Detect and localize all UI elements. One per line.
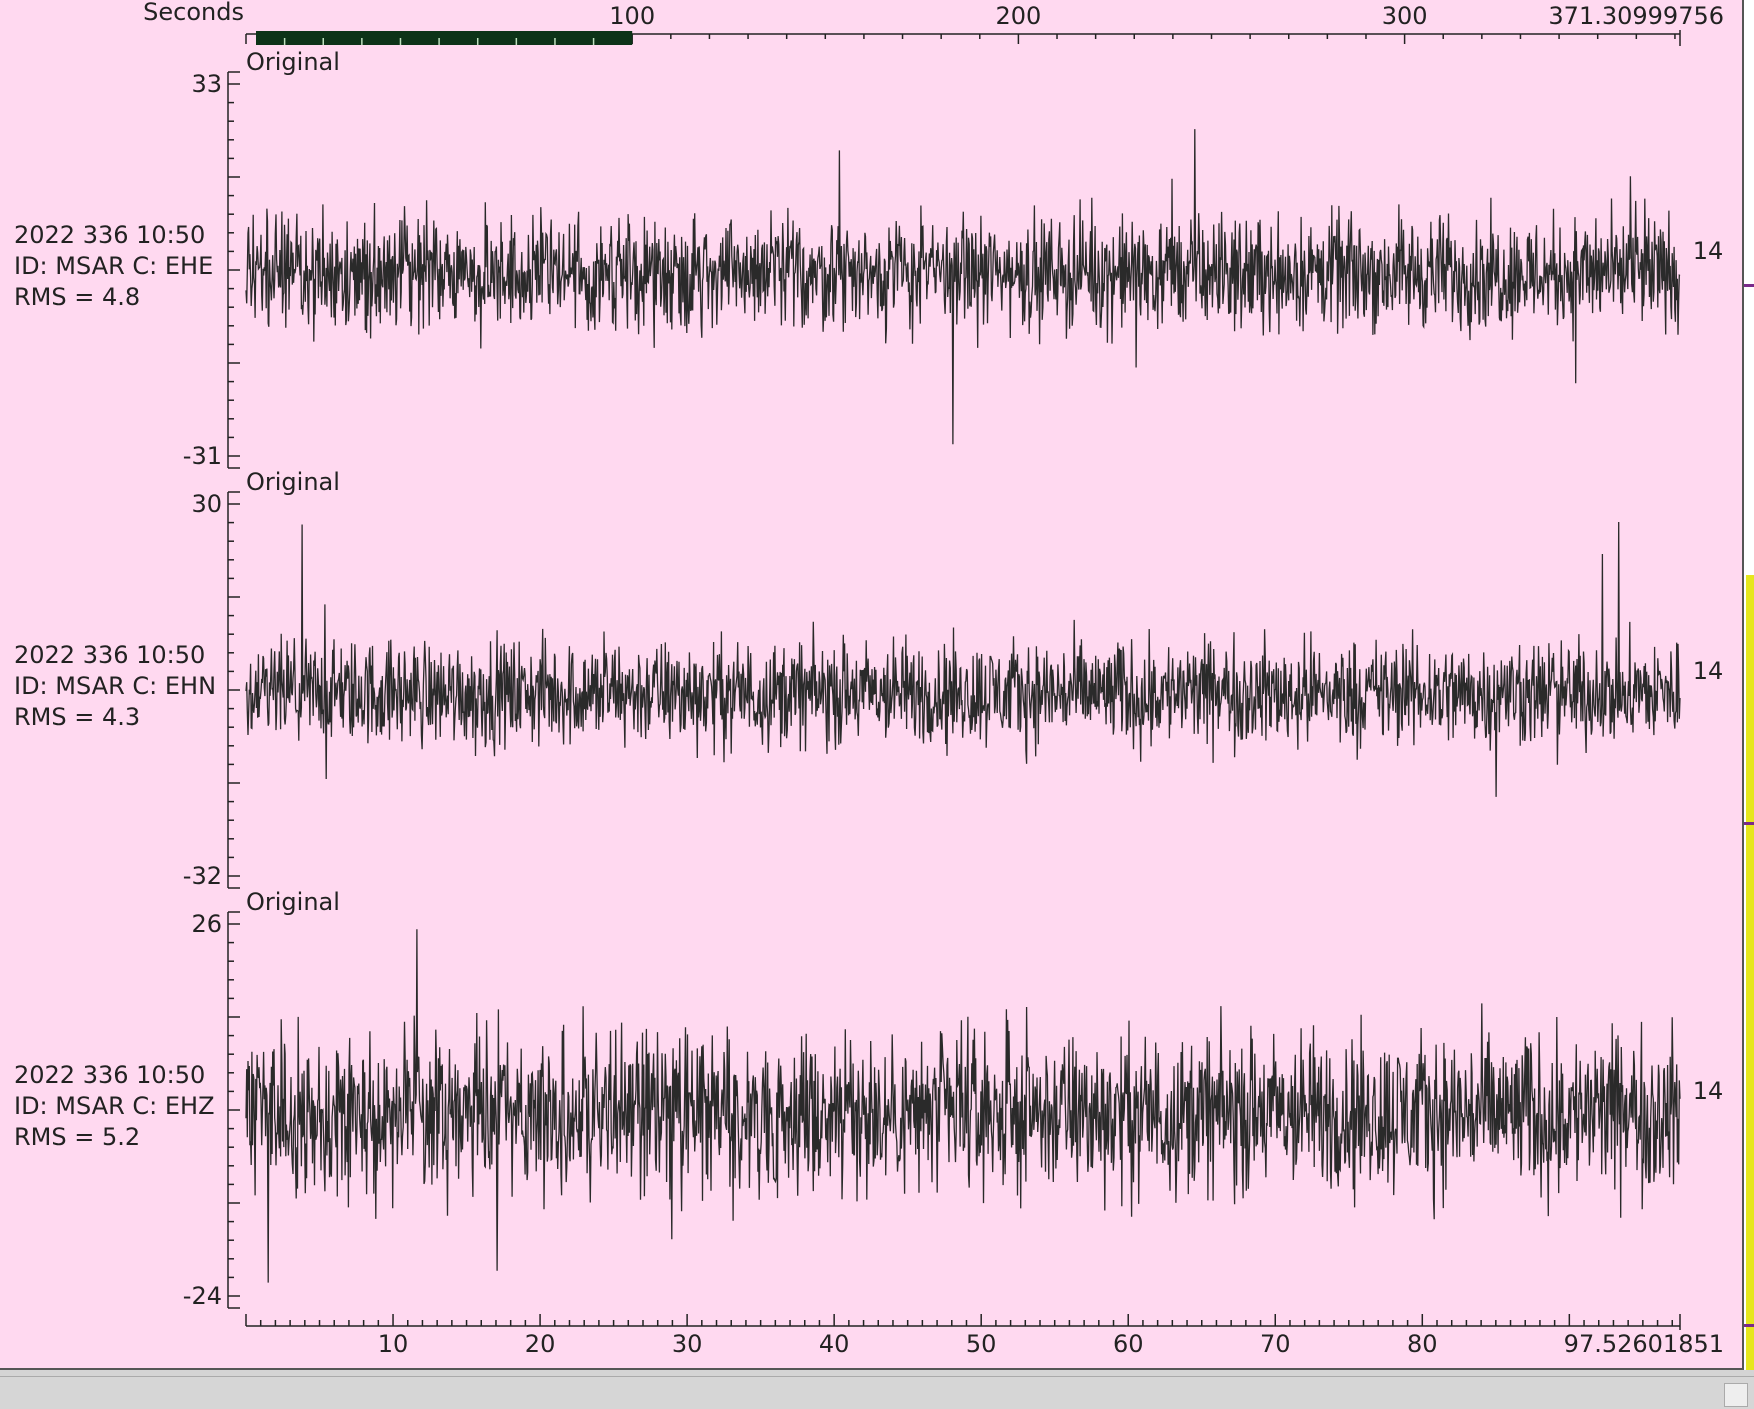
y-axis-min-label: -24: [183, 1282, 222, 1310]
trace-rms-label: RMS = 5.2: [14, 1123, 140, 1151]
trace-right-label: 14: [1693, 657, 1724, 685]
seismogram-window: Seconds 100 200 300 371.30999756 33 -31 Origina…: [0, 0, 1754, 1409]
resize-grip-icon[interactable]: [1724, 1383, 1748, 1407]
bottom-axis-tick-label: 20: [525, 1330, 556, 1358]
bottom-axis-end-label: 97.52601851: [1564, 1330, 1724, 1358]
y-axis-min-label: -32: [183, 862, 222, 890]
waveform-trace[interactable]: [245, 129, 1681, 445]
bottom-axis-tick-label: 50: [966, 1330, 997, 1358]
y-axis-max-label: 33: [191, 70, 222, 98]
seismogram-plot[interactable]: Seconds 100 200 300 371.30999756 33 -31 Origina…: [0, 0, 1744, 1370]
trace-id-label: ID: MSAR C: EHE: [14, 252, 213, 280]
trace-id-label: ID: MSAR C: EHN: [14, 672, 216, 700]
side-marker: [1744, 284, 1754, 287]
bottom-axis-tick-label: 60: [1113, 1330, 1144, 1358]
plot-canvas[interactable]: Seconds 100 200 300 371.30999756 33 -31 Origina…: [0, 0, 1744, 1370]
bottom-axis-tick-label: 70: [1260, 1330, 1291, 1358]
trace-title: Original: [246, 48, 340, 76]
trace-title: Original: [246, 888, 340, 916]
time-selection-bar[interactable]: [256, 31, 633, 45]
trace-rms-label: RMS = 4.3: [14, 703, 140, 731]
status-bar: [0, 1376, 1754, 1409]
bottom-axis-tick-label: 30: [672, 1330, 703, 1358]
waveform-trace[interactable]: [245, 521, 1681, 797]
trace-time-label: 2022 336 10:50: [14, 1061, 205, 1089]
trace-right-label: 14: [1693, 1077, 1724, 1105]
bottom-axis-tick-label: 10: [378, 1330, 409, 1358]
trace-time-label: 2022 336 10:50: [14, 641, 205, 669]
top-axis-tick-label: 300: [1382, 2, 1428, 30]
trace-id-label: ID: MSAR C: EHZ: [14, 1092, 215, 1120]
right-side-strip: [1744, 0, 1754, 1370]
y-axis-max-label: 30: [191, 490, 222, 518]
top-axis-end-label: 371.30999756: [1548, 2, 1724, 30]
waveform-trace[interactable]: [245, 929, 1681, 1283]
top-axis-tick-label: 100: [609, 2, 655, 30]
top-axis-unit-label: Seconds: [143, 0, 244, 26]
trace-time-label: 2022 336 10:50: [14, 221, 205, 249]
side-strip-highlight: [1746, 575, 1754, 1370]
side-marker: [1744, 822, 1754, 825]
bottom-axis-tick-label: 40: [819, 1330, 850, 1358]
side-marker: [1744, 1324, 1754, 1327]
trace-right-label: 14: [1693, 237, 1724, 265]
trace-rms-label: RMS = 4.8: [14, 283, 140, 311]
y-axis-max-label: 26: [191, 910, 222, 938]
trace-title: Original: [246, 468, 340, 496]
y-axis-min-label: -31: [183, 442, 222, 470]
top-axis-tick-label: 200: [995, 2, 1041, 30]
bottom-axis-tick-label: 80: [1407, 1330, 1438, 1358]
